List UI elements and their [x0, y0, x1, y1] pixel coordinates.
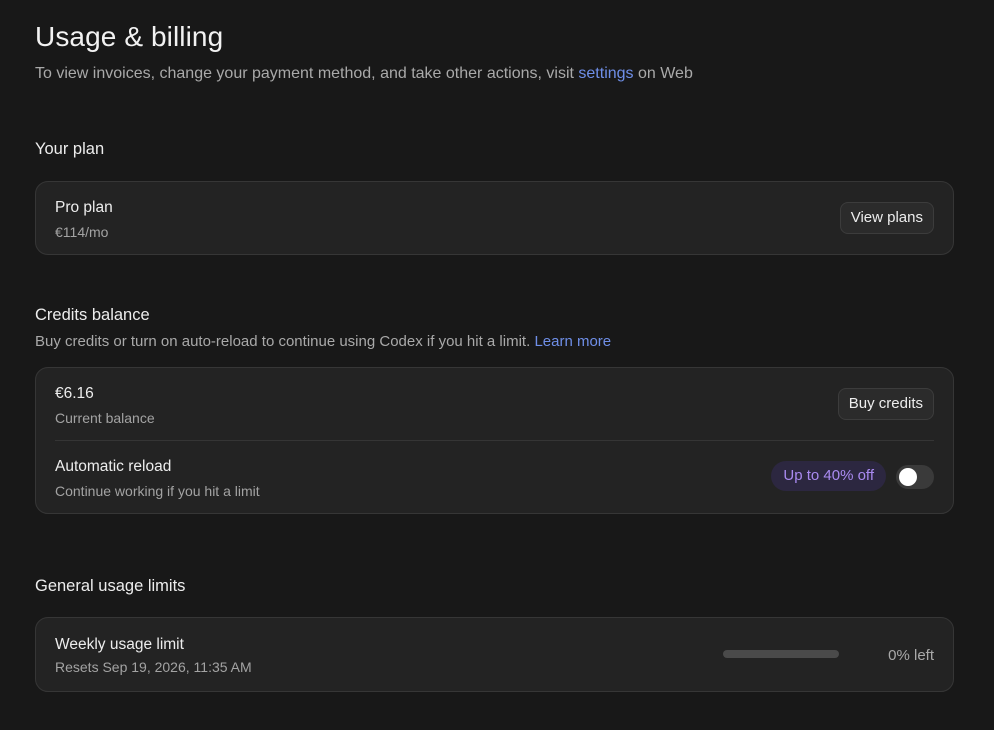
auto-reload-title: Automatic reload [55, 458, 172, 475]
balance-value: €6.16 [55, 385, 94, 402]
weekly-usage-row: Weekly usage limit Resets Sep 19, 2026, … [55, 618, 934, 691]
balance-row: €6.16 Current balance Buy credits [55, 368, 934, 440]
weekly-usage-title: Weekly usage limit [55, 636, 184, 653]
weekly-usage-progress-bar [723, 650, 839, 658]
page-title: Usage & billing [35, 21, 224, 52]
general-usage-limits-heading: General usage limits [35, 577, 186, 595]
weekly-usage-remaining: 0% left [888, 647, 934, 664]
credits-description-text: Buy credits or turn on auto-reload to co… [35, 333, 531, 350]
discount-badge: Up to 40% off [771, 461, 886, 491]
buy-credits-button[interactable]: Buy credits [837, 388, 934, 420]
subtitle-text-before: To view invoices, change your payment me… [35, 65, 579, 82]
credits-description: Buy credits or turn on auto-reload to co… [35, 333, 611, 350]
plan-card: Pro plan €114/mo View plans [35, 181, 954, 255]
settings-link[interactable]: settings [578, 65, 633, 82]
view-plans-button[interactable]: View plans [839, 202, 934, 234]
auto-reload-toggle[interactable] [896, 465, 934, 489]
page-subtitle: To view invoices, change your payment me… [35, 65, 693, 83]
usage-billing-page: Usage & billing To view invoices, change… [0, 0, 994, 730]
weekly-usage-reset: Resets Sep 19, 2026, 11:35 AM [55, 659, 252, 675]
usage-card: Weekly usage limit Resets Sep 19, 2026, … [35, 617, 954, 692]
toggle-knob [899, 468, 917, 486]
your-plan-heading: Your plan [35, 140, 105, 158]
plan-price: €114/mo [55, 224, 109, 240]
auto-reload-row: Automatic reload Continue working if you… [55, 441, 934, 513]
credits-balance-heading: Credits balance [35, 306, 150, 324]
plan-row: Pro plan €114/mo View plans [55, 182, 934, 254]
learn-more-link[interactable]: Learn more [534, 333, 611, 350]
subtitle-text-after: on Web [633, 65, 693, 82]
credits-card: €6.16 Current balance Buy credits Automa… [35, 367, 954, 514]
plan-name: Pro plan [55, 199, 113, 216]
balance-label: Current balance [55, 410, 155, 426]
auto-reload-description: Continue working if you hit a limit [55, 483, 260, 499]
